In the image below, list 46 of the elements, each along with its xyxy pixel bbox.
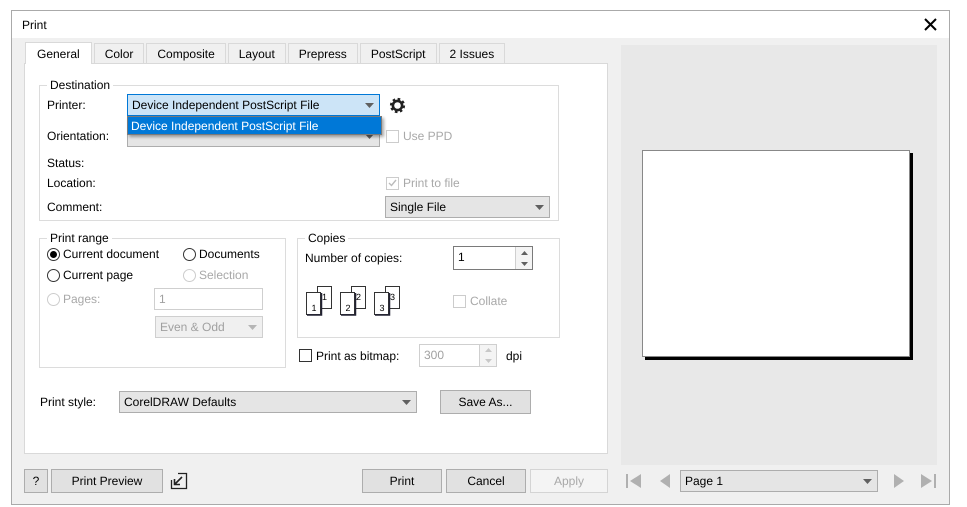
bitmap-checkbox[interactable]: Print as bitmap:	[299, 348, 419, 362]
field-label: Location:	[47, 176, 97, 190]
caret-icon	[248, 324, 257, 330]
unit-label: dpi	[506, 348, 522, 362]
check-mark-icon	[388, 179, 397, 187]
caret-icon	[535, 204, 544, 210]
caret-icon	[365, 102, 374, 108]
group-title: Print range	[49, 231, 110, 245]
page-dropdown[interactable]: Page 1	[680, 470, 878, 492]
tab[interactable]: Prepress	[288, 43, 358, 63]
tab[interactable]: PostScript	[360, 43, 436, 63]
group-title: Copies	[307, 231, 346, 245]
print-style-dropdown[interactable]: CorelDRAW Defaults	[119, 391, 417, 413]
field-label: Printer:	[47, 98, 87, 112]
radio-button[interactable]: Current document	[47, 247, 183, 261]
settings-icon[interactable]	[389, 96, 406, 114]
printer-dropdown[interactable]: Device Independent PostScript File	[127, 94, 380, 116]
field-label: Orientation:	[47, 129, 110, 143]
tab[interactable]: 2 Issues	[438, 43, 506, 63]
group-title: Destination	[49, 78, 112, 92]
caret-icon	[863, 478, 872, 484]
tab[interactable]: Composite	[146, 43, 226, 63]
save-as-button[interactable]: Save As...	[440, 390, 531, 414]
action-button[interactable]: Print	[362, 469, 442, 493]
field-label: Number of copies:	[305, 251, 404, 265]
file-mode-dropdown[interactable]: Single File	[385, 196, 550, 218]
field-label: Print style:	[40, 395, 98, 409]
tab[interactable]: Color	[94, 43, 144, 63]
down-arrow-icon[interactable]	[520, 262, 528, 266]
help-button[interactable]: ?	[24, 469, 48, 493]
collate-pages-drawing: 1 1 2 2 3 3	[305, 286, 403, 316]
copies-spinbox[interactable]: 1	[453, 246, 533, 270]
radio-button[interactable]: Documents	[183, 247, 285, 261]
tab[interactable]: General	[25, 42, 92, 64]
tab[interactable]: Layout	[228, 43, 286, 63]
window-title: Print	[22, 18, 47, 32]
radio-button[interactable]: Current page	[47, 268, 183, 282]
up-arrow-icon[interactable]	[520, 250, 528, 254]
caret-icon	[402, 400, 411, 404]
print-preview-button[interactable]: Print Preview	[51, 469, 163, 493]
dropdown-option[interactable]: Device Independent PostScript File	[128, 117, 381, 134]
corner-arrow-icon[interactable]	[170, 472, 188, 490]
close-icon[interactable]	[924, 18, 937, 31]
field-label: Comment:	[47, 200, 104, 214]
action-button[interactable]: Cancel	[446, 469, 526, 493]
field-label: Status:	[47, 156, 86, 170]
